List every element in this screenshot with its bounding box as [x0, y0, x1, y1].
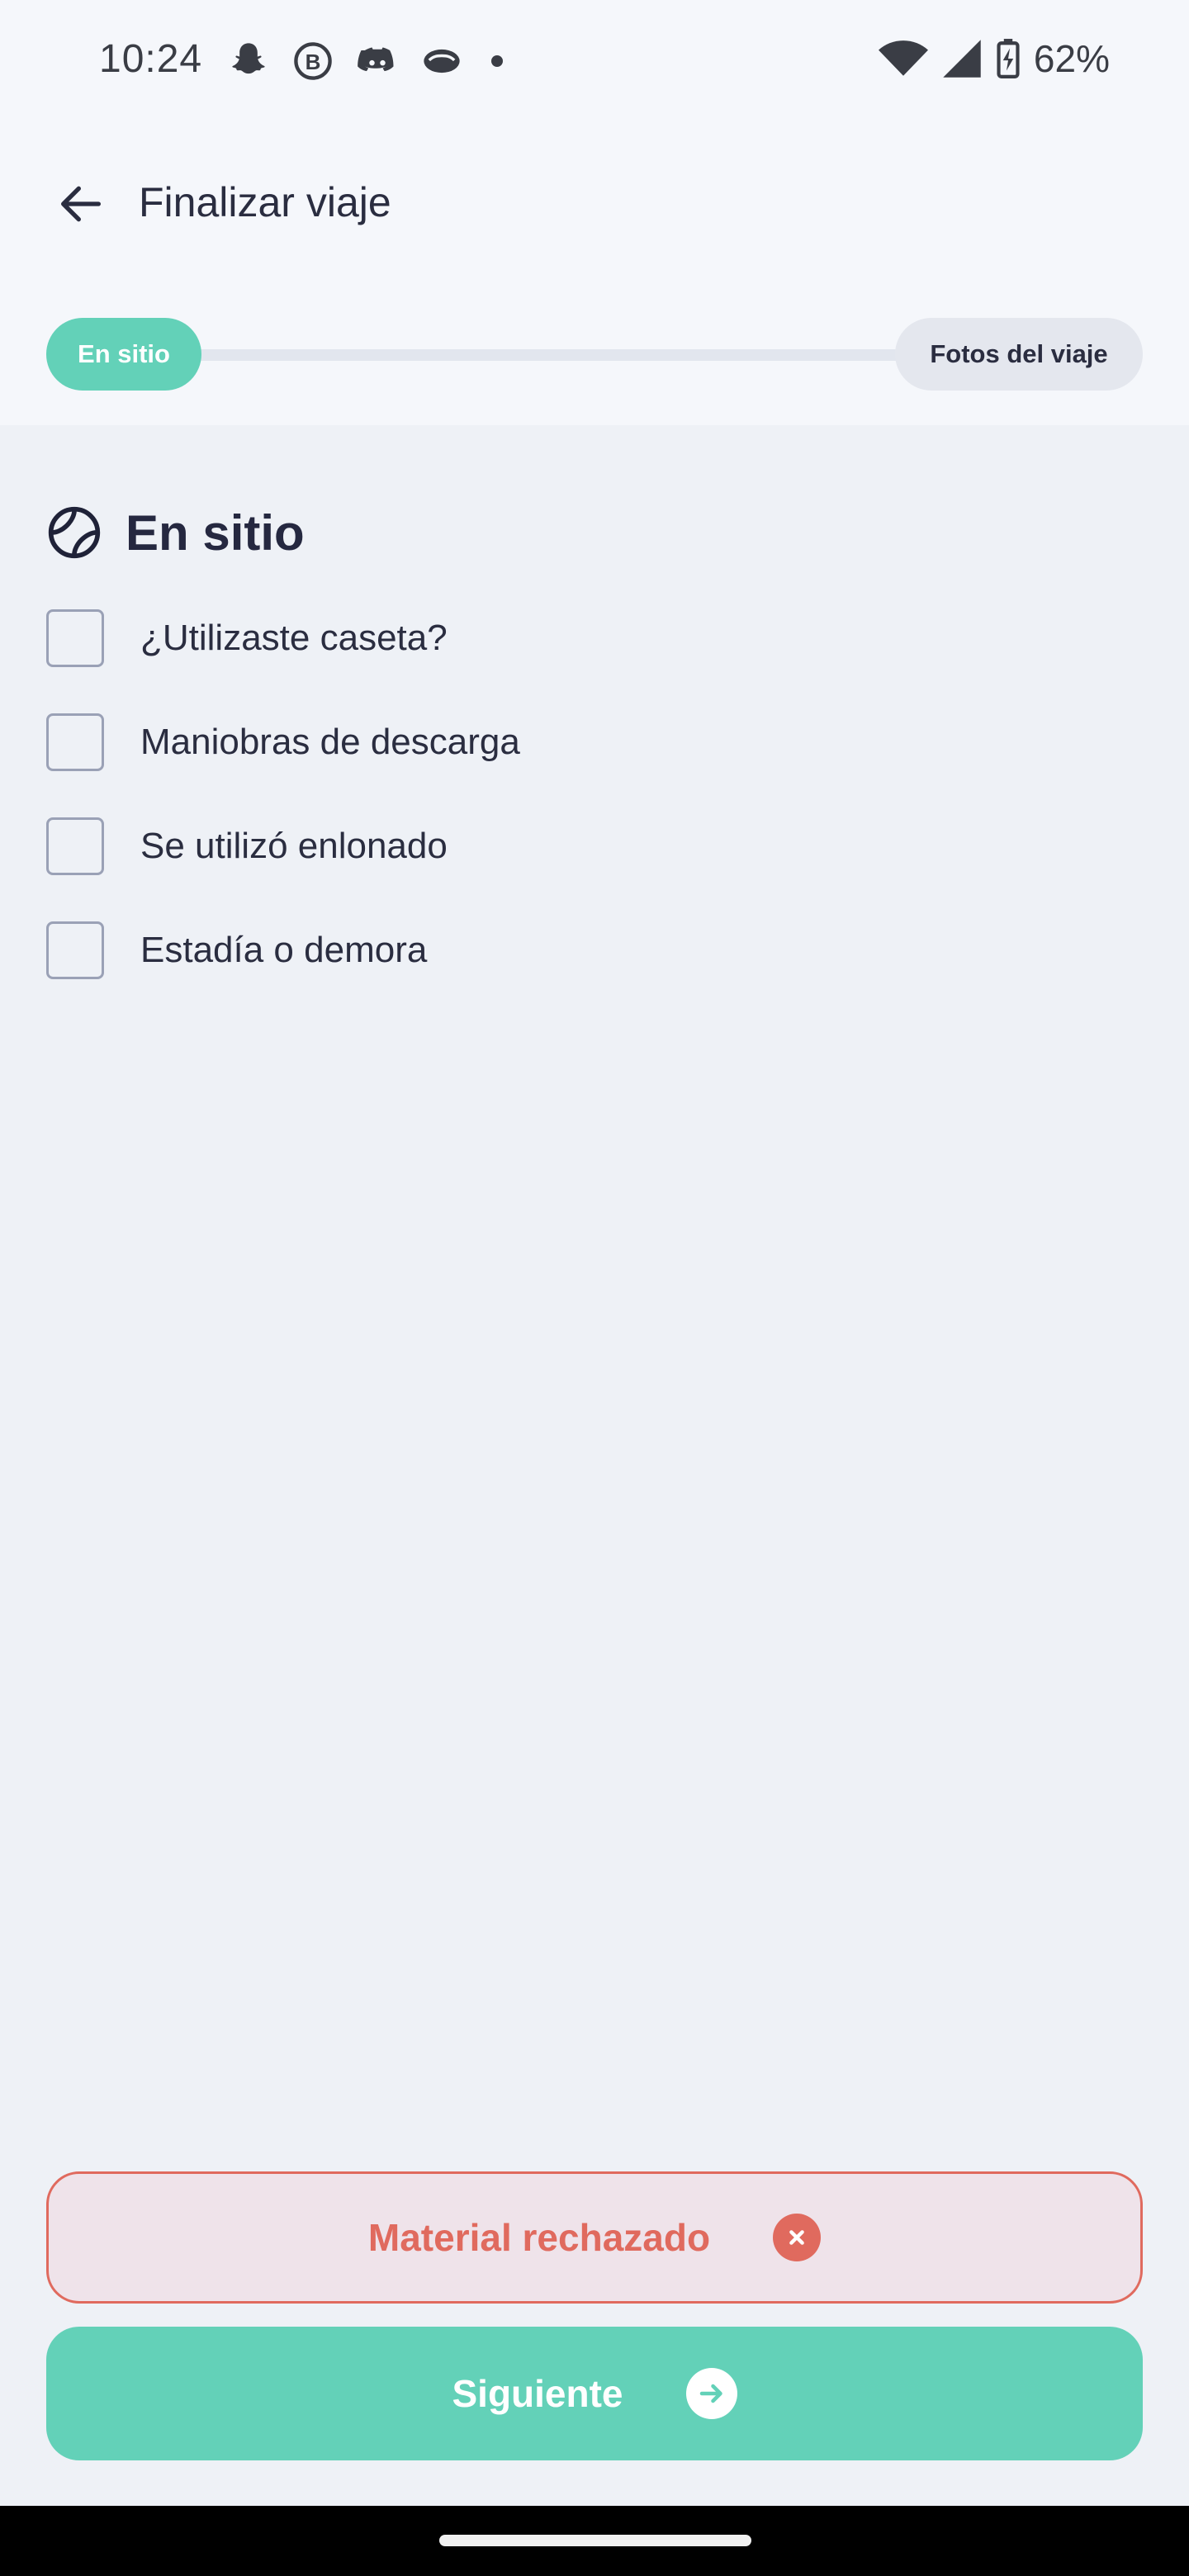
reject-button-label: Material rechazado — [367, 2216, 711, 2259]
notification-icons: B — [227, 40, 503, 83]
screen: 10:24 B 62% Finalizar viaje En sitio Fot… — [0, 0, 1189, 2576]
whatsapp-business-icon: B — [294, 42, 332, 80]
stepper-track — [124, 349, 950, 361]
battery-percentage: 62% — [1033, 37, 1110, 80]
arrow-right-circle-icon — [685, 2368, 737, 2419]
section-title: En sitio — [126, 504, 305, 561]
back-button[interactable] — [46, 169, 116, 239]
home-indicator[interactable] — [439, 2535, 751, 2546]
checkbox[interactable] — [46, 609, 104, 667]
next-button-label: Siguiente — [452, 2372, 623, 2415]
checkbox[interactable] — [46, 817, 104, 875]
system-status-icons: 62% — [878, 36, 1110, 81]
checkbox[interactable] — [46, 713, 104, 771]
step-en-sitio[interactable]: En sitio — [46, 318, 201, 391]
checklist: ¿Utilizaste caseta? Maniobras de descarg… — [46, 586, 520, 1002]
more-notifications-dot — [491, 55, 503, 67]
checklist-item-label: Se utilizó enlonado — [140, 826, 448, 866]
checkbox[interactable] — [46, 921, 104, 979]
siguiente-button[interactable]: Siguiente — [46, 2327, 1143, 2460]
cellular-signal-icon — [943, 40, 981, 78]
discord-icon — [358, 47, 394, 72]
checklist-item-label: Maniobras de descarga — [140, 722, 520, 762]
step-fotos-del-viaje[interactable]: Fotos del viaje — [895, 318, 1143, 391]
checklist-item-estadia[interactable]: Estadía o demora — [46, 898, 520, 1002]
snapchat-icon — [232, 43, 265, 74]
tennis-ball-icon — [48, 506, 101, 559]
page-title: Finalizar viaje — [139, 179, 391, 225]
section-header: En sitio — [46, 495, 305, 570]
wifi-icon — [878, 40, 928, 76]
status-time: 10:24 — [99, 37, 203, 81]
checklist-item-enlonado[interactable]: Se utilizó enlonado — [46, 794, 520, 898]
material-rechazado-button[interactable]: Material rechazado — [46, 2171, 1143, 2304]
status-bar: 10:24 B 62% — [0, 0, 1189, 124]
arrow-left-icon — [61, 186, 101, 222]
battery-charging-icon — [997, 39, 1020, 78]
checklist-item-label: Estadía o demora — [140, 930, 428, 970]
checklist-item-caseta[interactable]: ¿Utilizaste caseta? — [46, 586, 520, 690]
checklist-item-maniobras[interactable]: Maniobras de descarga — [46, 690, 520, 794]
messages-icon — [424, 49, 460, 73]
checklist-item-label: ¿Utilizaste caseta? — [140, 618, 448, 658]
svg-text:B: B — [306, 50, 321, 74]
close-circle-icon — [773, 2214, 822, 2261]
